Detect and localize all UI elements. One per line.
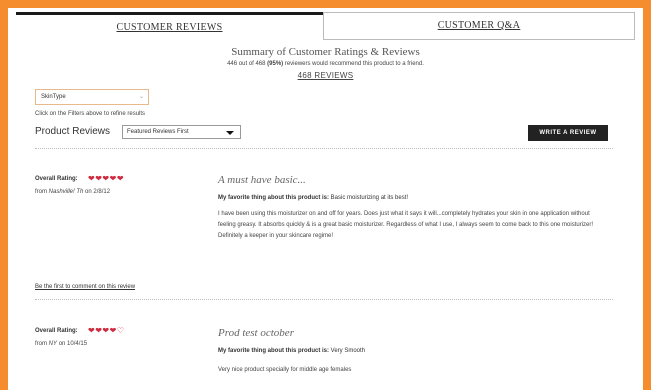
review-byline: from NY on 10/4/15 xyxy=(35,341,87,347)
favorite-thing-value: Very Smooth xyxy=(330,348,366,354)
recommend-percent: (95%) xyxy=(267,61,284,67)
tab-customer-qa[interactable]: CUSTOMER Q&A xyxy=(323,12,635,40)
review-author: NY xyxy=(48,341,58,347)
review-body: I have been using this moisturizer on an… xyxy=(218,211,594,239)
reviews-panel: CUSTOMER REVIEWS CUSTOMER Q&A Summary of… xyxy=(16,12,635,390)
review-title: A must have basic... xyxy=(218,174,306,186)
reviews-count-link[interactable]: 468 REVIEWS xyxy=(16,71,635,80)
byline-on: on xyxy=(58,341,66,347)
divider xyxy=(35,148,613,149)
favorite-thing: My favorite thing about this product is:… xyxy=(218,195,408,201)
favorite-thing-label: My favorite thing about this product is: xyxy=(218,195,329,201)
comment-link[interactable]: Be the first to comment on this review xyxy=(35,284,135,290)
review-byline: from Nashville! Th on 2/8/12 xyxy=(35,189,110,195)
heart-rating-icons: ❤❤❤❤♡ xyxy=(88,326,125,335)
tab-customer-reviews[interactable]: CUSTOMER REVIEWS xyxy=(16,12,323,40)
overall-rating-label: Overall Rating: xyxy=(35,328,78,334)
product-reviews-label: Product Reviews xyxy=(35,126,111,137)
review-date: 2/8/12 xyxy=(93,189,111,195)
tab-customer-reviews-label: CUSTOMER REVIEWS xyxy=(116,22,223,33)
skin-type-filter[interactable]: SkinType ⌄ xyxy=(35,89,149,105)
chevron-down-icon: ⌄ xyxy=(138,94,144,100)
recommend-text: reviewers would recommend this product t… xyxy=(284,61,424,67)
overall-rating-label: Overall Rating: xyxy=(35,176,78,182)
recommend-summary: 446 out of 468 (95%) reviewers would rec… xyxy=(16,61,635,67)
heart-rating-icons: ❤❤❤❤❤ xyxy=(88,174,125,183)
favorite-thing-value: Basic moisturizing at its best! xyxy=(330,195,409,201)
favorite-thing-label: My favorite thing about this product is: xyxy=(218,348,329,354)
summary-title: Summary of Customer Ratings & Reviews xyxy=(231,46,420,58)
byline-from: from xyxy=(35,189,47,195)
byline-from: from xyxy=(35,341,47,347)
review-date: 10/4/15 xyxy=(67,341,88,347)
review-title: Prod test october xyxy=(218,327,294,339)
tab-bar: CUSTOMER REVIEWS CUSTOMER Q&A xyxy=(16,12,635,40)
review-body: Very nice product specially for middle a… xyxy=(218,367,352,373)
sort-dropdown-value: Featured Reviews First xyxy=(127,129,189,135)
tab-customer-qa-label: CUSTOMER Q&A xyxy=(437,20,521,31)
divider xyxy=(35,299,613,300)
sort-dropdown[interactable]: Featured Reviews First xyxy=(122,125,241,139)
review-author: Nashville! Th xyxy=(48,189,84,195)
favorite-thing: My favorite thing about this product is:… xyxy=(218,348,365,354)
skin-type-filter-value: SkinType xyxy=(41,94,66,100)
filter-hint: Click on the Filters above to refine res… xyxy=(35,111,146,117)
write-review-button[interactable]: WRITE A REVIEW xyxy=(528,125,608,141)
recommend-count: 446 out of 468 xyxy=(227,61,266,67)
byline-on: on xyxy=(85,189,92,195)
caret-down-icon xyxy=(226,131,234,135)
